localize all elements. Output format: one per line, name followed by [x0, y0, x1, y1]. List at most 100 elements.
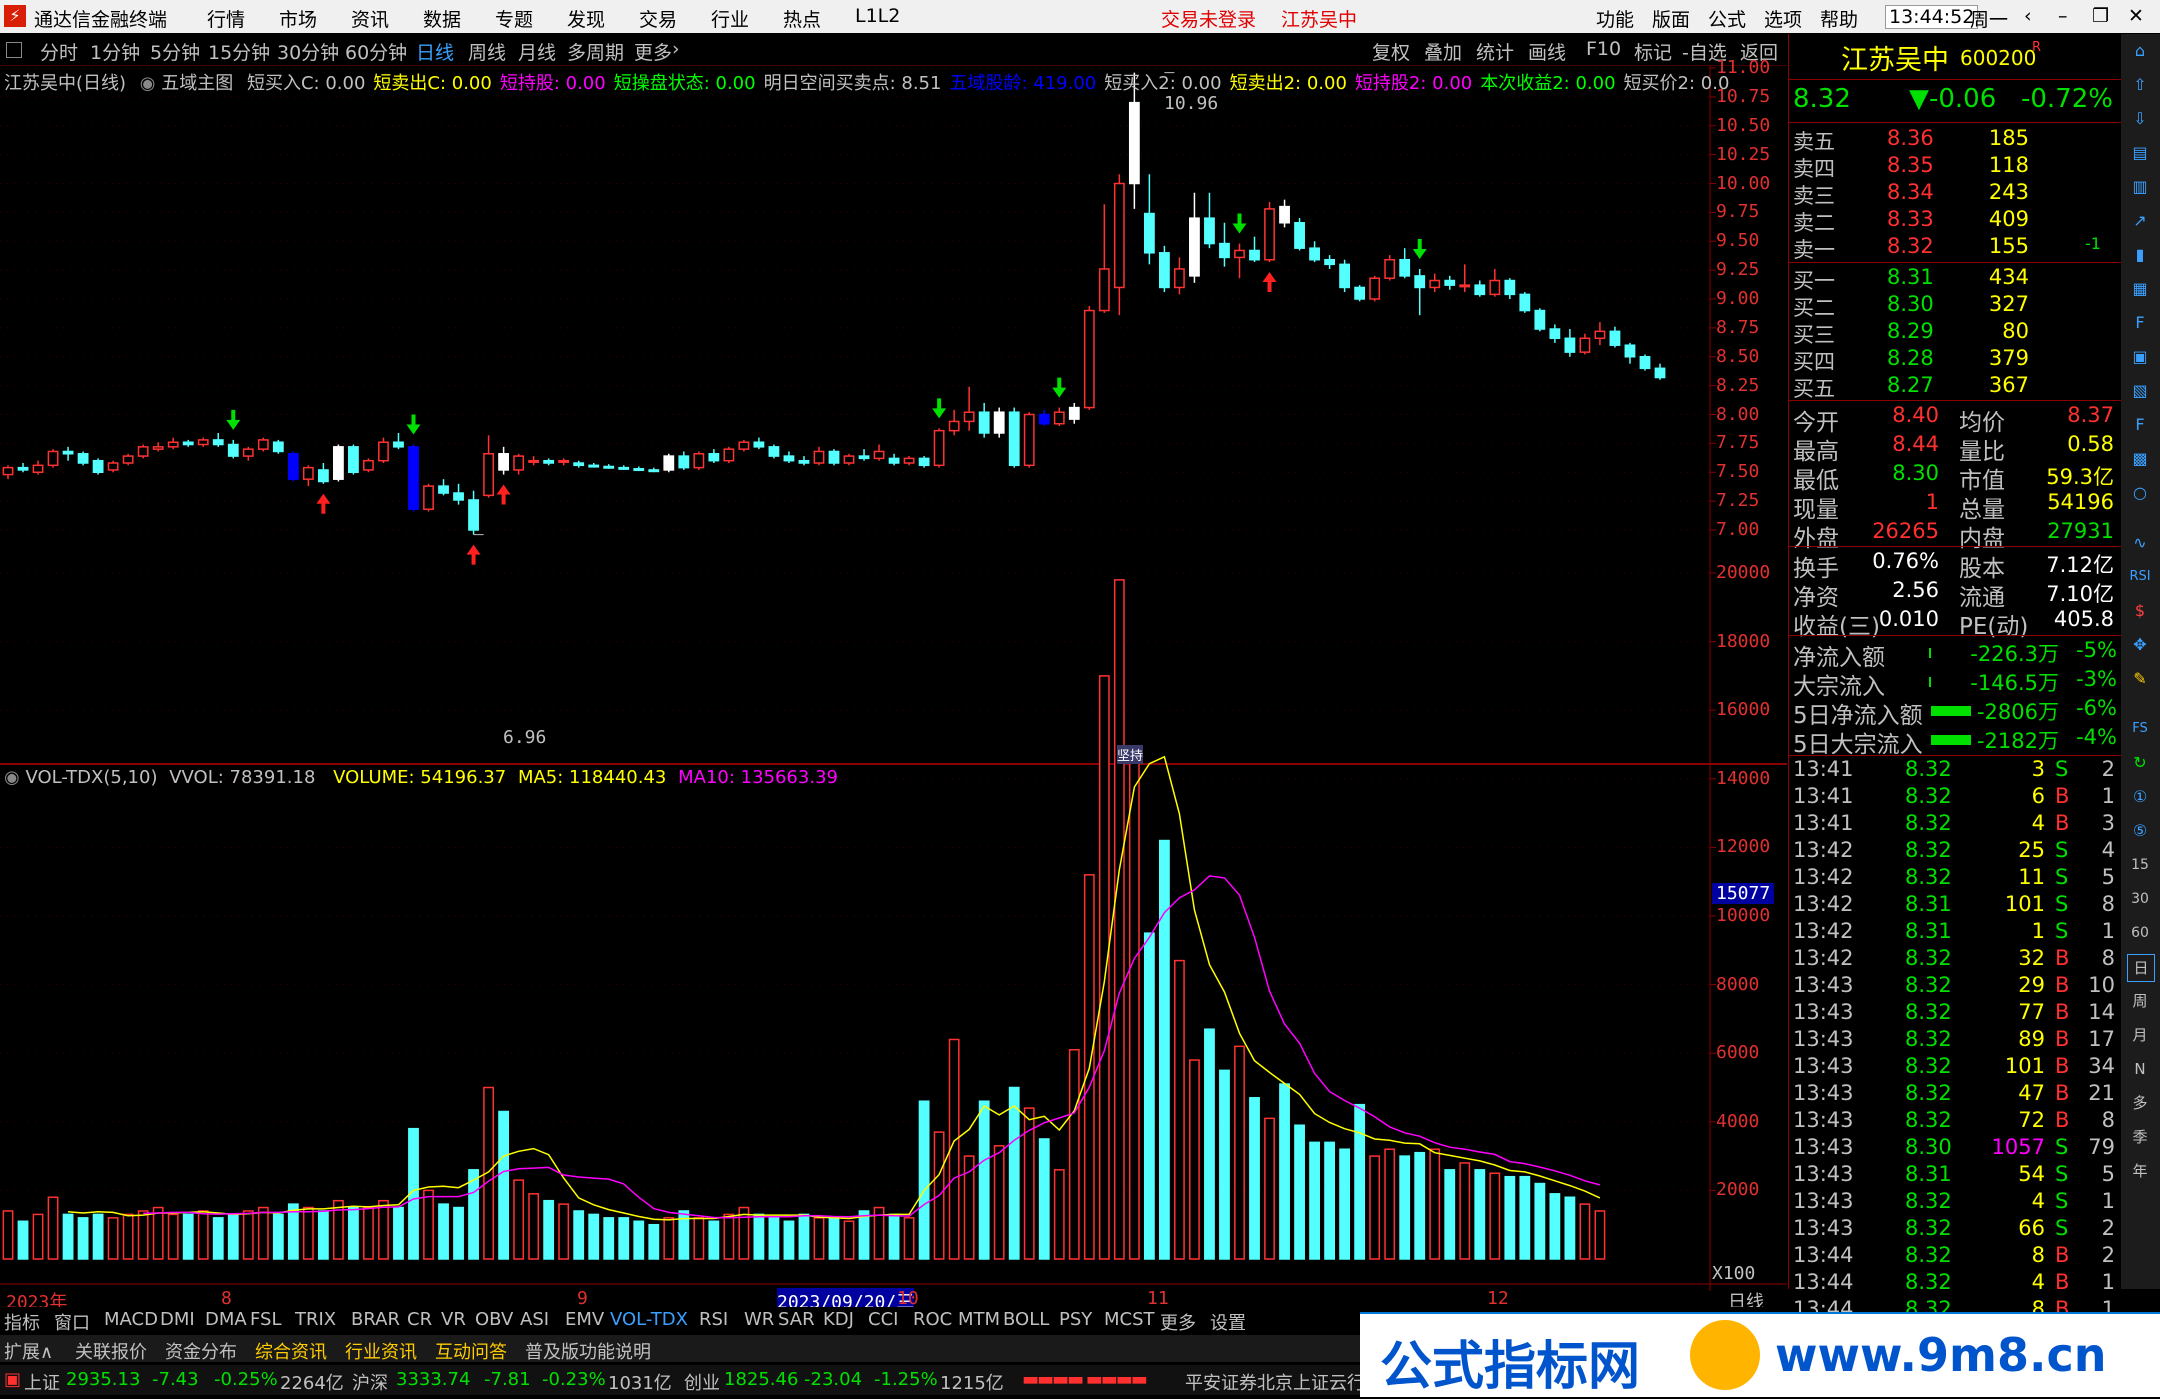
tab-brar[interactable]: BRAR [351, 1309, 400, 1330]
chevron-right-icon[interactable]: › [672, 38, 680, 60]
info-tab[interactable]: 扩展∧ [4, 1338, 53, 1364]
period-60min[interactable]: 60分钟 [345, 38, 407, 65]
tab-wr[interactable]: WR [744, 1309, 774, 1330]
n-period-icon[interactable]: N [2127, 1056, 2153, 1082]
menu-redian[interactable]: 热点 [783, 5, 821, 32]
rsi-icon[interactable]: RSI [2127, 564, 2153, 590]
tab-fsl[interactable]: FSL [250, 1309, 282, 1330]
period-multi[interactable]: 多周期 [567, 38, 624, 65]
tab-窗口[interactable]: 窗口 [54, 1309, 90, 1335]
period-15min[interactable]: 15分钟 [208, 38, 270, 65]
hs-name[interactable]: 沪深 [352, 1369, 388, 1395]
period-daily[interactable]: 日线 [416, 38, 454, 65]
circle-icon[interactable]: ○ [2127, 480, 2153, 506]
period-monthly[interactable]: 月线 [518, 38, 556, 65]
60min-icon[interactable]: 60 [2127, 920, 2153, 946]
tab-kdj[interactable]: KDJ [823, 1309, 854, 1330]
weekly-icon[interactable]: 周 [2127, 988, 2153, 1014]
tab-指标[interactable]: 指标 [4, 1309, 40, 1335]
info-tab[interactable]: 行业资讯 [345, 1338, 417, 1364]
tab-roc[interactable]: ROC [913, 1309, 952, 1330]
minute-chart-icon[interactable]: ▤ [2127, 140, 2153, 166]
tab-emv[interactable]: EMV [565, 1309, 604, 1330]
tab-asi[interactable]: ASI [520, 1309, 549, 1330]
5min-icon[interactable]: ⑤ [2127, 818, 2153, 844]
season-icon[interactable]: 季 [2127, 1124, 2153, 1150]
info-tab[interactable]: 互动问答 [435, 1338, 507, 1364]
1min-icon[interactable]: ① [2127, 784, 2153, 810]
down-arrow-icon[interactable]: ⇩ [2127, 106, 2153, 132]
menu-hangye[interactable]: 行业 [711, 5, 749, 32]
candle-icon[interactable]: ▮ [2127, 242, 2153, 268]
tab-psy[interactable]: PSY [1059, 1309, 1092, 1330]
period-weekly[interactable]: 周线 [468, 38, 506, 65]
tab-mtm[interactable]: MTM [958, 1309, 1000, 1330]
period-more[interactable]: 更多 [634, 38, 672, 65]
15min-icon[interactable]: 15 [2127, 852, 2153, 878]
info-tab[interactable]: 普及版功能说明 [525, 1338, 651, 1364]
tab-cci[interactable]: CCI [868, 1309, 898, 1330]
info-tab[interactable]: 综合资讯 [255, 1338, 327, 1364]
tool-tongji[interactable]: 统计 [1476, 38, 1514, 65]
formula-name[interactable]: 五域主图 [161, 73, 233, 94]
fs-icon[interactable]: FS [2127, 716, 2153, 742]
tab-设置[interactable]: 设置 [1210, 1309, 1246, 1335]
report-icon[interactable]: ▧ [2127, 378, 2153, 404]
volume-dropdown-icon[interactable]: ◉ [4, 767, 20, 788]
tab-dmi[interactable]: DMI [160, 1309, 195, 1330]
back-icon[interactable]: ‹ [2024, 5, 2032, 27]
tab-cr[interactable]: CR [407, 1309, 432, 1330]
volume-formula[interactable]: VOL-TDX(5,10) [25, 767, 157, 788]
news-icon[interactable]: ▦ [2127, 276, 2153, 302]
grid-icon[interactable]: ▩ [2127, 446, 2153, 472]
monthly-icon[interactable]: 月 [2127, 1022, 2153, 1048]
pen-icon[interactable]: ✎ [2127, 666, 2153, 692]
tab-rsi[interactable]: RSI [699, 1309, 728, 1330]
menu-xuanxiang[interactable]: 选项 [1764, 5, 1802, 32]
menu-l1l2[interactable]: L1L2 [855, 5, 900, 27]
menu-gongshi[interactable]: 公式 [1708, 5, 1746, 32]
table-icon[interactable]: ▣ [2127, 344, 2153, 370]
period-5min[interactable]: 5分钟 [150, 38, 200, 65]
tool-fuquan[interactable]: 复权 [1372, 38, 1410, 65]
tool-diejia[interactable]: 叠加 [1424, 38, 1462, 65]
menu-shuju[interactable]: 数据 [423, 5, 461, 32]
kline-icon[interactable]: ▥ [2127, 174, 2153, 200]
minimize-icon[interactable]: – [2058, 5, 2068, 27]
f2-icon[interactable]: F [2127, 412, 2153, 438]
30min-icon[interactable]: 30 [2127, 886, 2153, 912]
menu-jiaoyi[interactable]: 交易 [639, 5, 677, 32]
chart-area[interactable]: 江苏吴中(日线) ◉ 五域主图 短买入C: 0.00 短卖出C: 0.00 短持股:… [0, 57, 1787, 1314]
wave-icon[interactable]: ∿ [2127, 530, 2153, 556]
menu-shichang[interactable]: 市场 [279, 5, 317, 32]
menu-hangqing[interactable]: 行情 [207, 5, 245, 32]
daily-icon[interactable]: 日 [2127, 954, 2155, 982]
formula-dropdown-icon[interactable]: ◉ [140, 73, 156, 94]
year-icon[interactable]: 年 [2127, 1158, 2153, 1184]
broker-name[interactable]: 平安证券北京上证云行 [1185, 1369, 1365, 1395]
sh-name[interactable]: 上证 [24, 1369, 60, 1395]
tab-boll[interactable]: BOLL [1003, 1309, 1049, 1330]
menu-banmian[interactable]: 版面 [1652, 5, 1690, 32]
panel-toggle-icon[interactable] [6, 42, 22, 58]
tab-vol-tdx[interactable]: VOL-TDX [610, 1309, 688, 1330]
menu-zixun[interactable]: 资讯 [351, 5, 389, 32]
multi-icon[interactable]: 多 [2127, 1090, 2153, 1116]
tab-更多[interactable]: 更多 [1160, 1309, 1196, 1335]
restore-icon[interactable]: ❐ [2092, 5, 2109, 27]
collapse-icon[interactable]: ⌂ [2127, 38, 2153, 64]
tab-trix[interactable]: TRIX [295, 1309, 336, 1330]
menu-gongneng[interactable]: 功能 [1596, 5, 1634, 32]
tab-macd[interactable]: MACD [104, 1309, 158, 1330]
login-status[interactable]: 交易未登录 [1161, 5, 1256, 32]
move-icon[interactable]: ✥ [2127, 632, 2153, 658]
tab-vr[interactable]: VR [441, 1309, 466, 1330]
line-chart-icon[interactable]: ↗ [2127, 208, 2153, 234]
cy-name[interactable]: 创业 [684, 1369, 720, 1395]
menu-zhuanti[interactable]: 专题 [495, 5, 533, 32]
refresh-icon[interactable]: ↻ [2127, 750, 2153, 776]
kline-chart[interactable] [0, 66, 1787, 1291]
menu-faxian[interactable]: 发现 [567, 5, 605, 32]
fund-icon[interactable]: $ [2127, 598, 2153, 624]
period-1min[interactable]: 1分钟 [90, 38, 140, 65]
